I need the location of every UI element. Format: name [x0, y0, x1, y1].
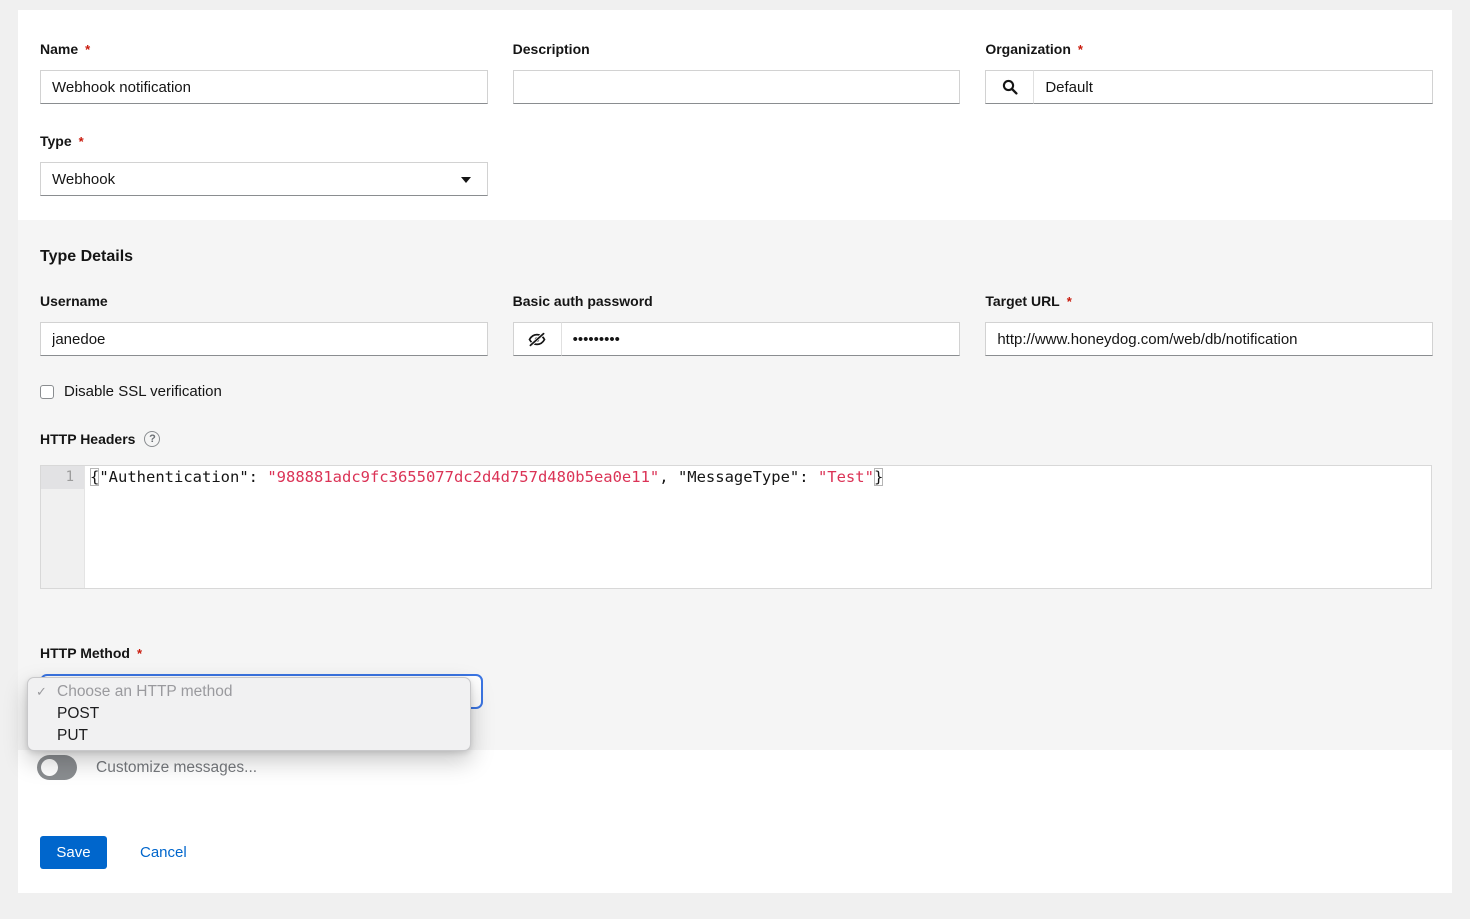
- customize-messages-row: Customize messages...: [40, 755, 1433, 780]
- checkmark-icon: ✓: [36, 684, 57, 700]
- basic-auth-password-field: Basic auth password: [513, 294, 961, 356]
- string-value-token: "Test": [818, 468, 874, 486]
- customize-messages-toggle[interactable]: [37, 755, 77, 780]
- http-method-dropdown: ✓ Choose an HTTP method POST PUT: [27, 677, 471, 751]
- key-token: "MessageType": [678, 468, 799, 486]
- required-asterisk: *: [137, 646, 142, 661]
- required-asterisk: *: [1067, 294, 1072, 309]
- dropdown-option-placeholder[interactable]: ✓ Choose an HTTP method: [28, 681, 470, 703]
- separator-token: :: [249, 468, 268, 486]
- type-select-value: Webhook: [52, 171, 115, 188]
- open-brace-token: {: [90, 468, 99, 486]
- username-input[interactable]: [40, 322, 488, 356]
- type-details-heading: Type Details: [40, 247, 1433, 266]
- disable-ssl-row: Disable SSL verification: [40, 384, 1433, 399]
- organization-label: Organization *: [985, 42, 1433, 57]
- form-actions: Save Cancel: [40, 836, 1433, 869]
- disable-ssl-label: Disable SSL verification: [64, 383, 222, 400]
- form-footer-section: Customize messages... Save Cancel: [18, 750, 1452, 893]
- cancel-button[interactable]: Cancel: [140, 844, 187, 861]
- customize-messages-label: Customize messages...: [96, 759, 257, 777]
- required-asterisk: *: [1078, 42, 1083, 57]
- name-label: Name *: [40, 42, 488, 57]
- target-url-field: Target URL *: [985, 294, 1433, 356]
- target-url-input[interactable]: [985, 322, 1433, 356]
- comma-token: ,: [659, 468, 678, 486]
- eye-slash-icon: [528, 332, 546, 347]
- required-asterisk: *: [85, 42, 90, 57]
- http-method-field: HTTP Method * ✓ Choose an HTTP method PO…: [40, 646, 1433, 709]
- help-icon[interactable]: ?: [144, 431, 160, 447]
- string-value-token: "988881adc9fc3655077dc2d4d757d480b5ea0e1…: [267, 468, 659, 486]
- organization-search-button[interactable]: [985, 70, 1033, 104]
- organization-input[interactable]: [1033, 70, 1433, 104]
- separator-token: :: [799, 468, 818, 486]
- http-method-label: HTTP Method *: [40, 646, 1433, 661]
- description-input[interactable]: [513, 70, 961, 104]
- save-button[interactable]: Save: [40, 836, 107, 869]
- description-field: Description: [513, 42, 961, 104]
- basic-auth-password-label: Basic auth password: [513, 294, 961, 309]
- description-label: Description: [513, 42, 961, 57]
- organization-field: Organization *: [985, 42, 1433, 104]
- username-field: Username: [40, 294, 488, 356]
- type-field: Type * Webhook: [40, 134, 488, 196]
- http-headers-label-row: HTTP Headers ?: [40, 431, 1433, 447]
- name-input[interactable]: [40, 70, 488, 104]
- search-icon: [1002, 79, 1018, 95]
- type-label: Type *: [40, 134, 488, 149]
- required-asterisk: *: [79, 134, 84, 149]
- http-headers-label: HTTP Headers: [40, 432, 135, 447]
- caret-down-icon: [461, 177, 471, 183]
- key-token: "Authentication": [99, 468, 248, 486]
- username-label: Username: [40, 294, 488, 309]
- http-headers-code[interactable]: {"Authentication": "988881adc9fc3655077d…: [85, 466, 1431, 588]
- disable-ssl-checkbox[interactable]: [40, 385, 54, 399]
- http-headers-editor[interactable]: 1 {"Authentication": "988881adc9fc365507…: [40, 465, 1432, 589]
- password-visibility-button[interactable]: [513, 322, 561, 356]
- editor-line-number-gutter: 1: [41, 466, 85, 588]
- close-brace-token: }: [874, 468, 883, 486]
- type-select[interactable]: Webhook: [40, 162, 488, 196]
- general-fields-section: Name * Description Organization *: [18, 10, 1452, 220]
- dropdown-option-put[interactable]: PUT: [28, 725, 470, 747]
- type-details-section: Type Details Username Basic auth passwor…: [18, 220, 1452, 750]
- basic-auth-password-input[interactable]: [561, 322, 961, 356]
- dropdown-option-post[interactable]: POST: [28, 703, 470, 725]
- target-url-label: Target URL *: [985, 294, 1433, 309]
- name-field: Name *: [40, 42, 488, 104]
- toggle-knob: [41, 759, 58, 776]
- notification-form-card: Name * Description Organization *: [18, 10, 1452, 893]
- line-number: 1: [41, 466, 84, 489]
